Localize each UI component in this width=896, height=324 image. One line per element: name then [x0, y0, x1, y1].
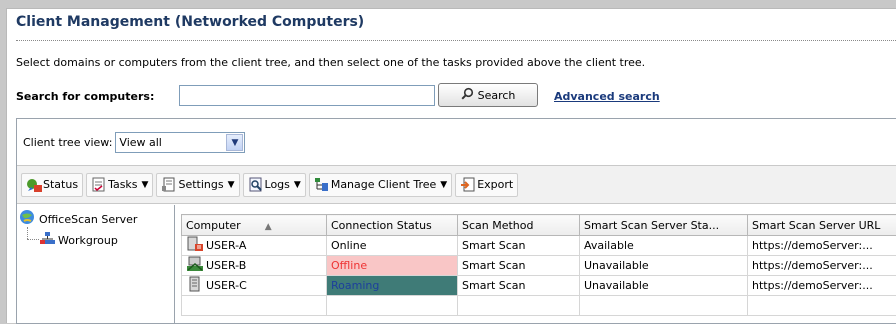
tree-view-selected: View all: [119, 136, 161, 149]
status-button-label: Status: [43, 178, 78, 191]
tasks-icon: [91, 177, 106, 192]
search-input[interactable]: [179, 85, 435, 106]
page-description: Select domains or computers from the cli…: [16, 56, 645, 69]
tree-connector: [27, 239, 39, 240]
tree-node-label: OfficeScan Server: [39, 213, 137, 226]
column-header-server-url[interactable]: Smart Scan Server URL: [748, 215, 896, 236]
offline-computer-icon: [186, 256, 204, 275]
client-tree-pane: OfficeScan Server Workgroup: [17, 205, 175, 323]
status-button[interactable]: Status: [21, 173, 83, 197]
page-title: Client Management (Networked Computers): [16, 14, 364, 30]
scan-method-cell: Smart Scan: [458, 236, 580, 256]
title-divider: [16, 40, 896, 41]
toolbar: Status Tasks ▼ Settings ▼ Logs: [17, 165, 896, 204]
server-url-cell: https://demoServer:...: [748, 276, 896, 296]
roaming-computer-icon: [186, 276, 204, 295]
column-header-connection-status[interactable]: Connection Status: [327, 215, 458, 236]
settings-button-label: Settings: [178, 178, 223, 191]
search-button[interactable]: Search: [438, 83, 538, 107]
logs-icon: [248, 177, 263, 192]
dropdown-caret-icon: ▼: [142, 180, 149, 190]
tree-view-label: Client tree view:: [23, 136, 112, 149]
table-row[interactable]: USER-B Offline Smart Scan Unavailable ht…: [182, 256, 896, 276]
logs-button[interactable]: Logs ▼: [243, 173, 306, 197]
manage-client-tree-button[interactable]: Manage Client Tree ▼: [309, 173, 452, 197]
sort-ascending-icon: ▲: [265, 222, 272, 232]
connection-status-cell: Offline: [327, 256, 458, 276]
server-status-cell: Unavailable: [580, 256, 748, 276]
server-status-cell: Unavailable: [580, 276, 748, 296]
scan-method-cell: Smart Scan: [458, 276, 580, 296]
dropdown-caret-icon: ▼: [228, 180, 235, 190]
logs-button-label: Logs: [265, 178, 290, 191]
server-status-cell: Available: [580, 236, 748, 256]
tree-connector: [27, 227, 28, 239]
connection-status-cell: Online: [327, 236, 458, 256]
table-row[interactable]: USER-C Roaming Smart Scan Unavailable ht…: [182, 276, 896, 296]
table-row-empty: [182, 296, 896, 316]
tree-node-label: Workgroup: [58, 234, 118, 247]
computer-grid: Computer▲ Connection Status Scan Method …: [181, 214, 896, 323]
dropdown-caret-icon: ▼: [294, 180, 301, 190]
search-label: Search for computers:: [16, 90, 154, 103]
client-tree-container: Client tree view: View all ▼ Status Task…: [16, 118, 896, 324]
computer-table: Computer▲ Connection Status Scan Method …: [181, 214, 896, 316]
status-icon: [26, 177, 41, 192]
magnifier-icon: [461, 87, 474, 103]
manage-client-tree-label: Manage Client Tree: [331, 178, 436, 191]
table-row[interactable]: USER-A Online Smart Scan Available https…: [182, 236, 896, 256]
manage-tree-icon: [314, 177, 329, 192]
computer-name: USER-B: [206, 259, 246, 272]
computer-name: USER-C: [206, 279, 247, 292]
advanced-search-link[interactable]: Advanced search: [554, 90, 660, 103]
connection-status-cell: Roaming: [327, 276, 458, 296]
dropdown-caret-icon: ▼: [440, 180, 447, 190]
tree-node-workgroup[interactable]: Workgroup: [40, 231, 118, 249]
settings-icon: [161, 177, 176, 192]
export-button[interactable]: Export: [455, 173, 518, 197]
computer-name: USER-A: [206, 239, 246, 252]
export-button-label: Export: [477, 178, 513, 191]
server-globe-icon: [19, 209, 36, 229]
tasks-button[interactable]: Tasks ▼: [86, 173, 153, 197]
column-header-server-status[interactable]: Smart Scan Server Sta...: [580, 215, 748, 236]
tree-view-row: Client tree view: View all ▼: [23, 132, 245, 153]
export-icon: [460, 177, 475, 192]
online-computer-icon: [186, 236, 204, 255]
tree-node-officescan-server[interactable]: OfficeScan Server: [19, 209, 137, 229]
tree-view-select[interactable]: View all ▼: [115, 132, 245, 153]
search-button-label: Search: [478, 89, 516, 102]
server-url-cell: https://demoServer:...: [748, 256, 896, 276]
chevron-down-icon[interactable]: ▼: [226, 134, 243, 151]
scan-method-cell: Smart Scan: [458, 256, 580, 276]
workgroup-icon: [40, 231, 55, 249]
tasks-button-label: Tasks: [108, 178, 137, 191]
server-url-cell: https://demoServer:...: [748, 236, 896, 256]
settings-button[interactable]: Settings ▼: [156, 173, 239, 197]
column-header-scan-method[interactable]: Scan Method: [458, 215, 580, 236]
client-management-panel: Client Management (Networked Computers) …: [6, 8, 896, 323]
column-header-computer[interactable]: Computer▲: [182, 215, 327, 236]
table-header-row: Computer▲ Connection Status Scan Method …: [182, 215, 896, 236]
